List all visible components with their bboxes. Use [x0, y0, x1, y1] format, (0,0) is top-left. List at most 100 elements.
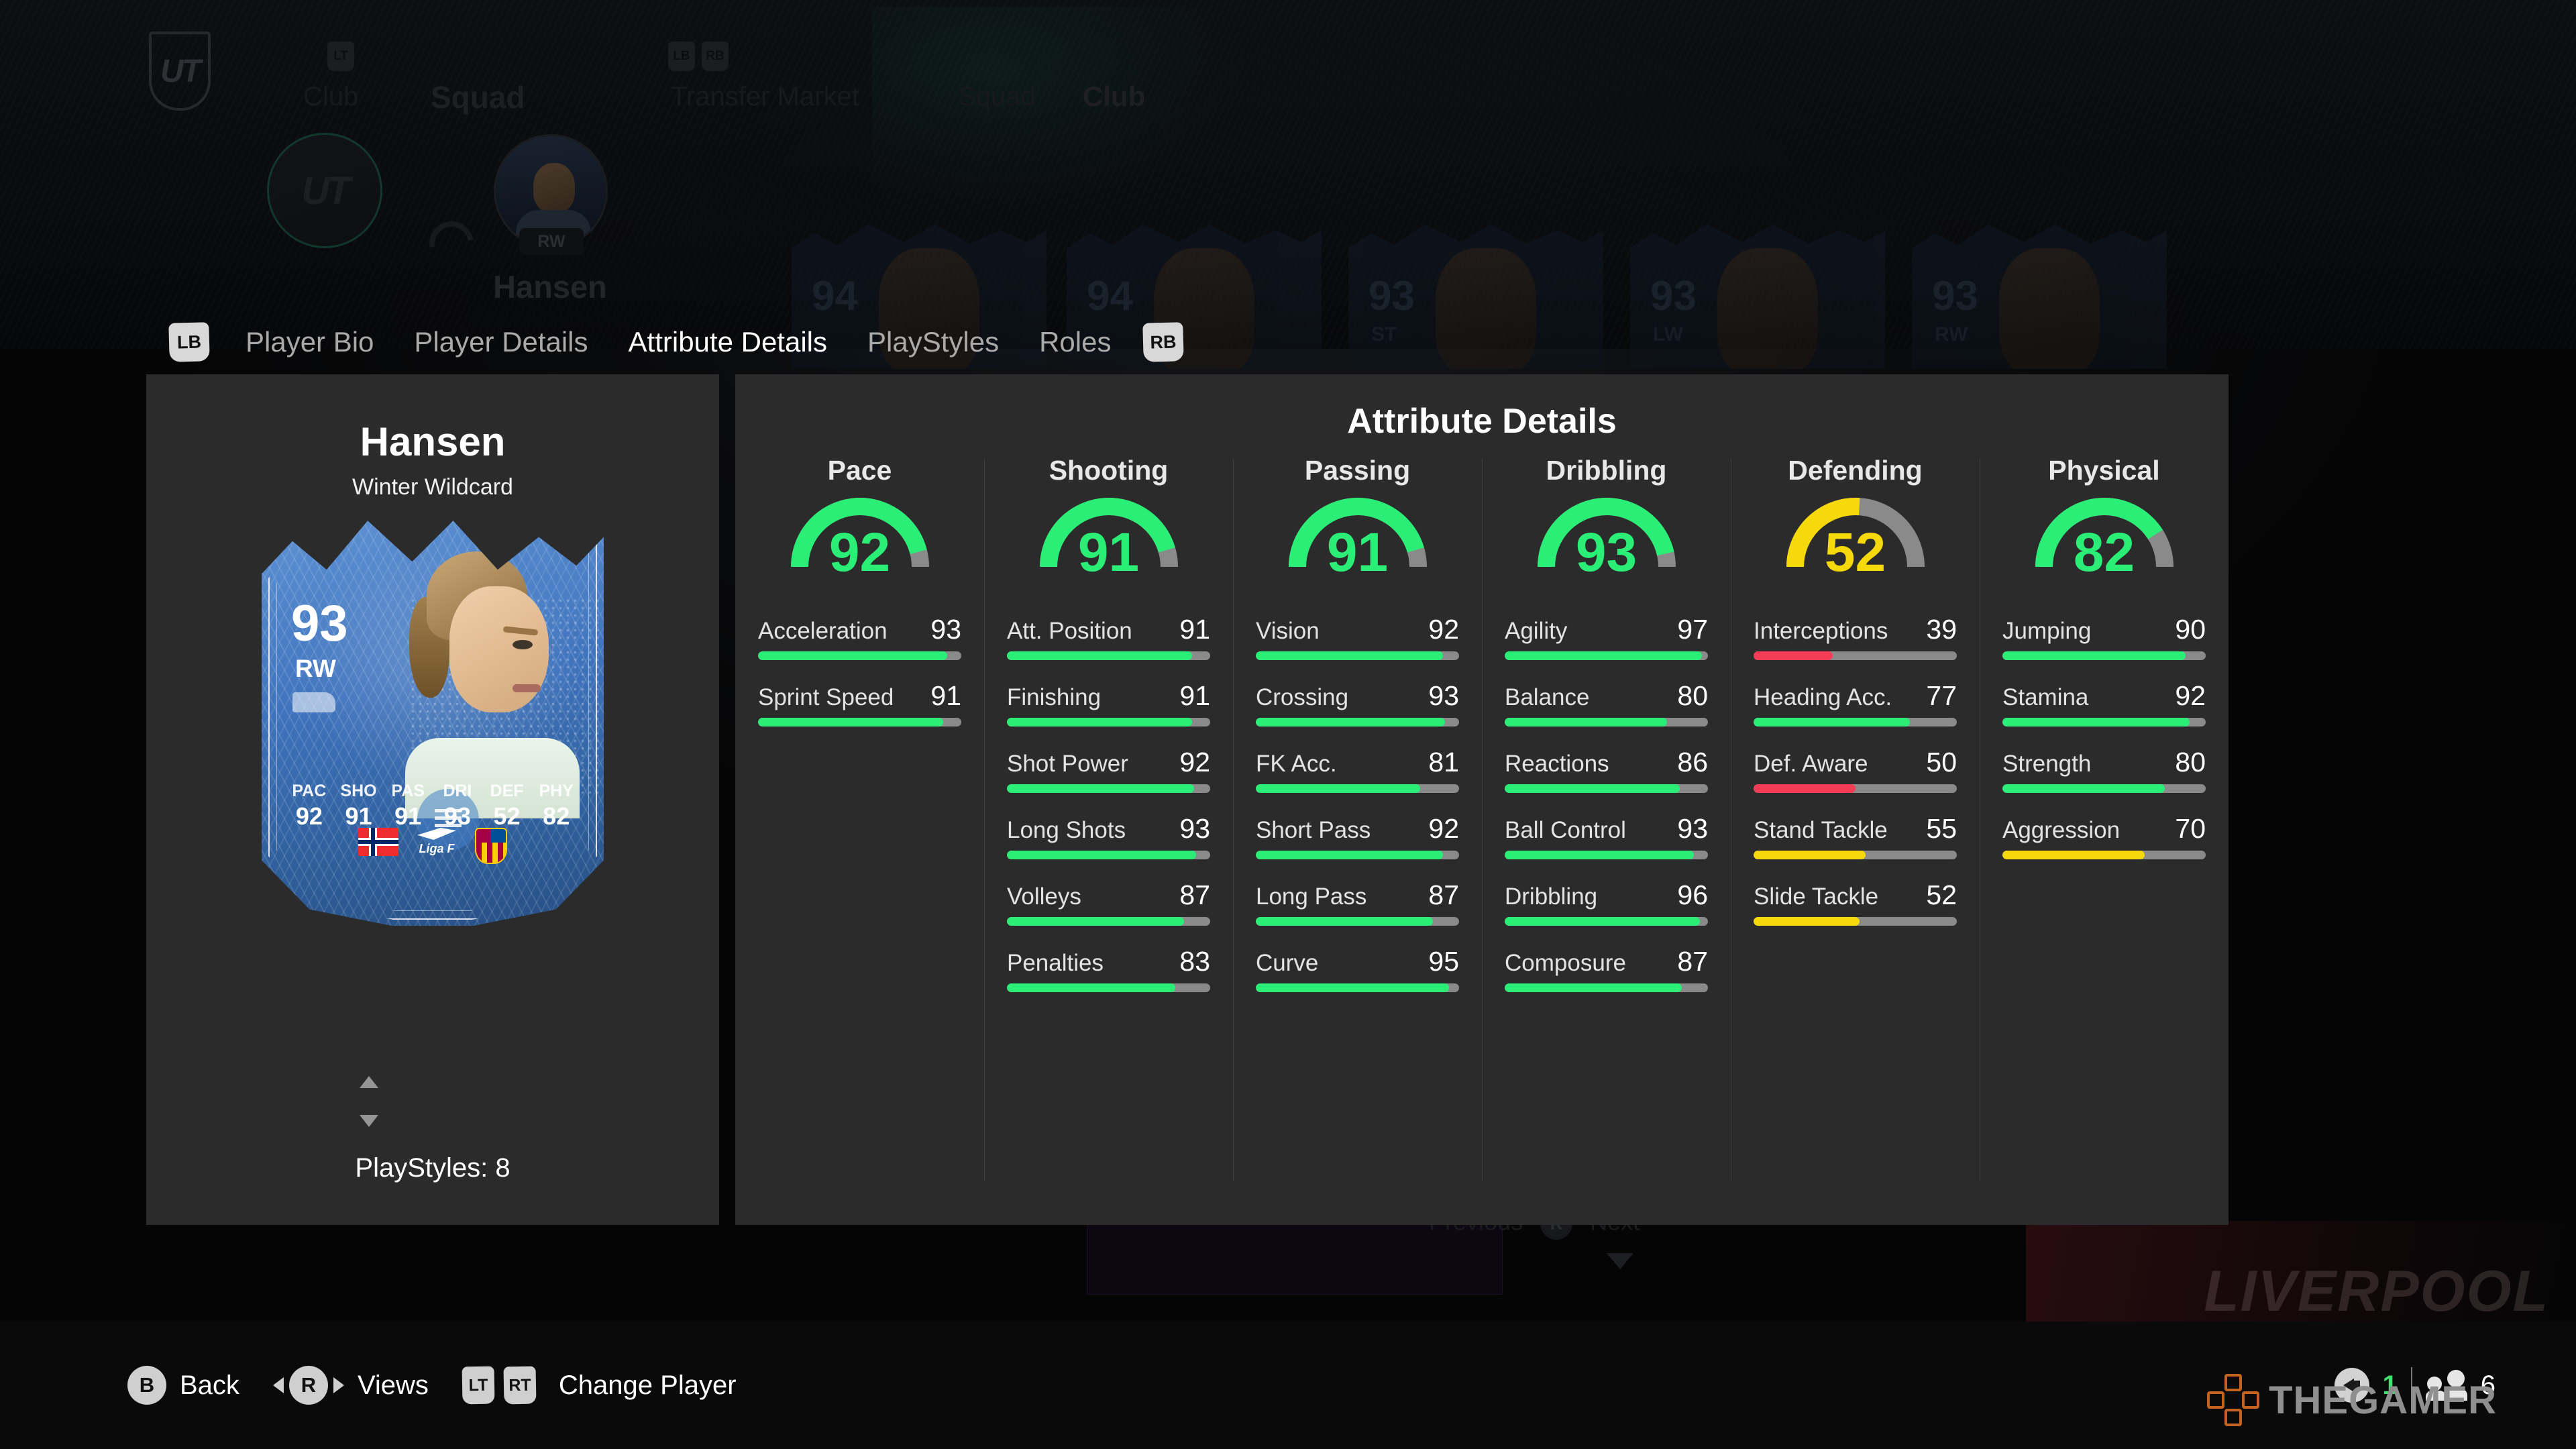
- attribute-stat-name: Finishing: [1007, 684, 1102, 710]
- attribute-gauge: 93: [1505, 493, 1708, 594]
- attribute-stat-bar: [1505, 784, 1708, 793]
- attribute-group-title: Physical: [2048, 455, 2160, 486]
- attribute-stat: Sprint Speed 91: [758, 680, 961, 727]
- attribute-stat-bar: [1754, 718, 1957, 727]
- attribute-stat-name: Ball Control: [1505, 817, 1626, 843]
- change-player-label: Change Player: [558, 1370, 737, 1400]
- attribute-stat-name: Long Pass: [1256, 883, 1367, 910]
- bottom-action-bar: B Back R Views LT RT Change Player 1 6: [0, 1322, 2576, 1449]
- tab-player-details[interactable]: Player Details: [394, 326, 608, 358]
- attribute-gauge: 52: [1754, 493, 1957, 594]
- right-arrow-icon[interactable]: [333, 1377, 344, 1393]
- status-tray: 1 6: [2334, 1367, 2496, 1403]
- attribute-stat-bar: [1256, 718, 1459, 727]
- left-arrow-icon[interactable]: [272, 1377, 284, 1393]
- attribute-gauge-value: 93: [1575, 522, 1638, 583]
- attribute-gauge-value: 52: [1824, 522, 1886, 583]
- player-card-panel: Hansen Winter Wildcard 93 RW PAC 92 SHO …: [146, 374, 719, 1225]
- attribute-stat: Agility 97: [1505, 614, 1708, 660]
- attribute-stat-bar: [1007, 718, 1210, 727]
- attribute-stat-value: 87: [1428, 879, 1459, 910]
- attribute-stat: Stamina 92: [2002, 680, 2206, 727]
- attribute-stat-value: 86: [1677, 747, 1708, 777]
- attribute-stat-value: 93: [930, 614, 961, 645]
- attribute-group-title: Passing: [1304, 455, 1411, 486]
- player-card[interactable]: 93 RW PAC 92 SHO 91 PAS 91 DRI 93 DEF 52 PHY 8…: [262, 517, 604, 926]
- attribute-stat-value: 91: [1179, 614, 1210, 645]
- lb-bumper-icon: LB: [668, 42, 695, 71]
- friends-icon[interactable]: [2425, 1370, 2467, 1401]
- views-action[interactable]: R Views: [272, 1366, 429, 1405]
- attribute-stat: Att. Position 91: [1007, 614, 1210, 660]
- bg-nav-club-2[interactable]: Club: [1083, 80, 1145, 113]
- attribute-stat-value: 55: [1926, 813, 1957, 844]
- attribute-stat-value: 81: [1428, 747, 1459, 777]
- attribute-stat-name: Crossing: [1256, 684, 1349, 710]
- bg-nav-transfer-market[interactable]: Transfer Market: [671, 82, 859, 112]
- attribute-stat: Acceleration 93: [758, 614, 961, 660]
- attribute-stat-value: 90: [2175, 614, 2206, 645]
- attribute-stat-bar: [2002, 851, 2206, 859]
- tab-attribute-details[interactable]: Attribute Details: [608, 326, 847, 358]
- attribute-stat-value: 96: [1677, 879, 1708, 910]
- tab-roles[interactable]: Roles: [1019, 326, 1131, 358]
- attribute-stat-bar: [1754, 784, 1957, 793]
- attribute-gauge: 91: [1007, 493, 1210, 594]
- attribute-group-title: Defending: [1788, 455, 1923, 486]
- tab-player-bio[interactable]: Player Bio: [225, 326, 394, 358]
- tab-playstyles[interactable]: PlayStyles: [847, 326, 1019, 358]
- attribute-stat: Shot Power 92: [1007, 747, 1210, 793]
- attribute-gauge-value: 82: [2073, 522, 2135, 583]
- change-player-action[interactable]: LT RT Change Player: [462, 1366, 737, 1405]
- attribute-stat-value: 80: [2175, 747, 2206, 777]
- attribute-stat-bar: [2002, 651, 2206, 660]
- attribute-stat-name: Aggression: [2002, 817, 2121, 843]
- playstyles-count: PlayStyles: 8: [355, 1153, 511, 1183]
- attribute-stat: Long Shots 93: [1007, 813, 1210, 859]
- attribute-stat-name: Def. Aware: [1754, 751, 1868, 777]
- back-label: Back: [180, 1370, 239, 1400]
- back-action[interactable]: B Back: [127, 1366, 239, 1405]
- attribute-stat: Strength 80: [2002, 747, 2206, 793]
- bg-nav-club[interactable]: Club: [303, 82, 358, 112]
- attribute-group-defending: Defending 52 Interceptions 39 Heading Acc. 77…: [1731, 455, 1980, 1181]
- attribute-stat-value: 93: [1179, 813, 1210, 844]
- attribute-group-title: Dribbling: [1546, 455, 1667, 486]
- page-title: Hansen: [360, 419, 506, 464]
- attribute-group-passing: Passing 91 Vision 92 Crossing 93 FK Acc. 81 Shor…: [1233, 455, 1482, 1181]
- attribute-stat-name: Dribbling: [1505, 883, 1598, 910]
- attribute-stat: Crossing 93: [1256, 680, 1459, 727]
- attribute-stat: Long Pass 87: [1256, 879, 1459, 926]
- attribute-stat-bar: [1754, 651, 1957, 660]
- attribute-group-title: Pace: [827, 455, 892, 486]
- attribute-stat: Finishing 91: [1007, 680, 1210, 727]
- speaker-icon[interactable]: [2334, 1368, 2369, 1403]
- chevron-down-icon[interactable]: [360, 1115, 378, 1127]
- attribute-stat: Ball Control 93: [1505, 813, 1708, 859]
- lb-bumper-icon: LB: [168, 322, 210, 362]
- chevron-up-icon[interactable]: [360, 1076, 378, 1088]
- attribute-stat-bar: [758, 718, 961, 727]
- panel-title: Attribute Details: [1347, 402, 1617, 441]
- attribute-stat: Vision 92: [1256, 614, 1459, 660]
- attribute-stat-value: 92: [1179, 747, 1210, 777]
- attribute-stat-value: 91: [1179, 680, 1210, 711]
- attribute-stat-value: 87: [1677, 946, 1708, 977]
- attribute-stat-name: Sprint Speed: [758, 684, 894, 710]
- attribute-group-title: Shooting: [1049, 455, 1169, 486]
- attribute-stat-name: Volleys: [1007, 883, 1081, 910]
- attribute-stat: Curve 95: [1256, 946, 1459, 992]
- attribute-stat-value: 77: [1926, 680, 1957, 711]
- attribute-stat-bar: [2002, 784, 2206, 793]
- card-type-label: Winter Wildcard: [352, 474, 513, 500]
- attribute-gauge: 92: [758, 493, 961, 594]
- attribute-stat-bar: [1007, 851, 1210, 859]
- attribute-stat-name: Heading Acc.: [1754, 684, 1892, 710]
- bg-nav-squad-2[interactable]: Squad: [958, 82, 1036, 112]
- attribute-stat-bar: [1505, 917, 1708, 926]
- bg-nav-squad[interactable]: Squad: [431, 79, 525, 115]
- attribute-stat: Stand Tackle 55: [1754, 813, 1957, 859]
- attribute-stat: FK Acc. 81: [1256, 747, 1459, 793]
- views-label: Views: [357, 1370, 429, 1400]
- attribute-stat: Aggression 70: [2002, 813, 2206, 859]
